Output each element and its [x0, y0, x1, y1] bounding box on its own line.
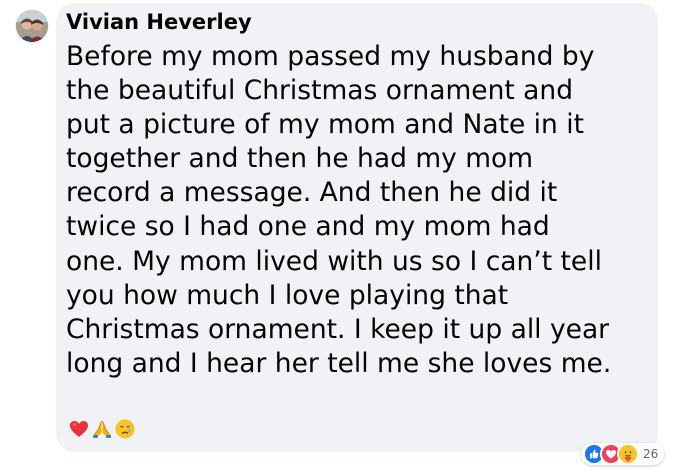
red-heart-icon: [68, 418, 90, 440]
reactions-summary[interactable]: 26: [581, 443, 665, 465]
comment-author[interactable]: Vivian Heverley: [66, 9, 252, 35]
care-icon: [617, 443, 639, 465]
comment-emoji-row: [68, 418, 136, 440]
avatar-photo: [16, 10, 48, 42]
avatar[interactable]: [16, 10, 48, 42]
comment-text-line: one. My mom lived with us so I can’t tel…: [66, 245, 602, 277]
crying-face-icon: [114, 418, 136, 440]
comment-body: Before my mom passed my husband by the b…: [66, 40, 656, 381]
comment-text-line: record a message. And then he did it: [66, 177, 558, 209]
comment-text-line: the beautiful Christmas ornament and: [66, 75, 574, 107]
reaction-count: 26: [643, 447, 659, 461]
comment-text-line: twice so I had one and my mom had: [66, 211, 550, 243]
comment-text-line: Before my mom passed my husband by: [66, 41, 595, 72]
comment-bubble: Vivian Heverley Before my mom passed my …: [56, 3, 658, 452]
comment-text-line: long and I hear her tell me she loves me…: [66, 347, 612, 379]
comment-text-line: Christmas ornament. I keep it up all yea…: [66, 313, 610, 345]
comment-screenshot: Vivian Heverley Before my mom passed my …: [0, 0, 700, 472]
comment-text-line: together and then he had my mom: [66, 143, 534, 175]
comment-text-line: put a picture of my mom and Nate in it: [66, 109, 585, 141]
comment-text-line: you how much I love playing that: [66, 279, 509, 311]
folded-hands-icon: [91, 418, 113, 440]
